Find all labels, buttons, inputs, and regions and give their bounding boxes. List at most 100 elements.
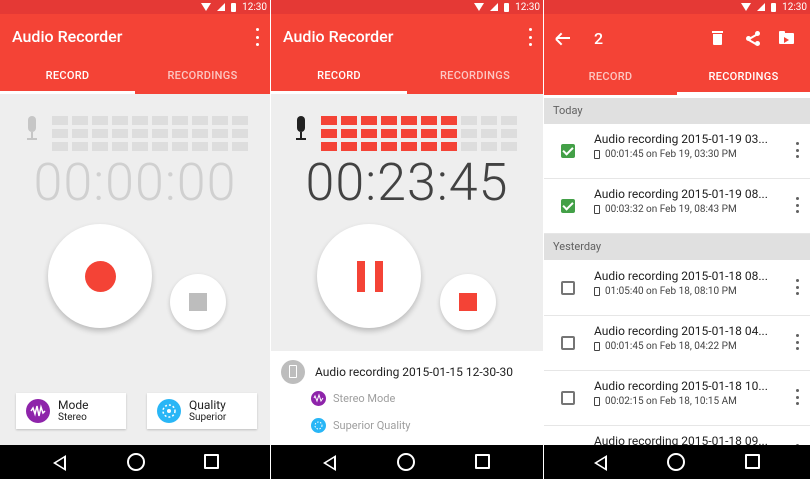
level-bar xyxy=(72,142,88,151)
recording-row[interactable]: Audio recording 2015-01-18 08... 01:05:4… xyxy=(544,261,810,316)
stop-button[interactable] xyxy=(440,274,496,330)
level-bar xyxy=(92,142,108,151)
tab-record[interactable]: RECORD xyxy=(544,65,677,95)
level-bar xyxy=(172,142,188,151)
battery-icon xyxy=(504,2,510,12)
level-bar xyxy=(501,129,517,138)
level-bar xyxy=(212,129,228,138)
level-bar xyxy=(192,142,208,151)
recording-title: Audio recording 2015-01-19 03... xyxy=(594,132,768,146)
quality-icon xyxy=(311,418,326,433)
status-time: 12:30 xyxy=(515,1,540,13)
pause-icon xyxy=(357,261,383,292)
stop-icon xyxy=(189,293,207,311)
checkbox-icon[interactable] xyxy=(561,144,575,158)
level-bar xyxy=(172,116,188,125)
level-bar xyxy=(361,129,377,138)
pause-button[interactable] xyxy=(317,224,421,328)
level-bar xyxy=(112,129,128,138)
level-bar xyxy=(401,142,417,151)
level-bar xyxy=(212,116,228,125)
status-bar: 12:30 xyxy=(0,0,270,14)
nav-back-icon[interactable] xyxy=(53,455,66,471)
level-bar xyxy=(72,116,88,125)
menu-icon[interactable] xyxy=(527,28,533,46)
overflow-icon[interactable] xyxy=(796,334,800,350)
mode-label: Mode xyxy=(58,398,89,412)
checkbox-icon[interactable] xyxy=(561,391,575,405)
nav-recent-icon[interactable] xyxy=(745,454,760,469)
tab-recordings[interactable]: RECORDINGS xyxy=(677,65,810,95)
level-bar xyxy=(341,142,357,151)
checkbox-icon[interactable] xyxy=(561,336,575,350)
level-bar xyxy=(501,142,517,151)
tab-bar: RECORD RECORDINGS xyxy=(271,64,543,94)
overflow-icon[interactable] xyxy=(796,279,800,295)
recording-row[interactable]: Audio recording 2015-01-18 10... 00:02:1… xyxy=(544,371,810,426)
recording-meta: 00:01:45 on Feb 18, 04:22 PM xyxy=(594,341,737,352)
stop-button[interactable] xyxy=(170,274,226,330)
tab-recordings[interactable]: RECORDINGS xyxy=(135,64,270,94)
tab-bar: RECORD RECORDINGS xyxy=(544,65,810,95)
mic-icon xyxy=(296,116,306,142)
mode-button[interactable]: Mode Stereo xyxy=(16,393,126,429)
recording-title: Audio recording 2015-01-18 10... xyxy=(594,379,768,393)
level-bar xyxy=(321,142,337,151)
nav-home-icon[interactable] xyxy=(127,453,145,471)
waveform-icon xyxy=(311,391,326,406)
status-bar: 12:30 xyxy=(271,0,543,14)
quality-value: Superior xyxy=(189,412,227,423)
level-bar xyxy=(92,129,108,138)
level-bar xyxy=(401,116,417,125)
level-bar xyxy=(341,129,357,138)
nav-home-icon[interactable] xyxy=(667,453,685,471)
status-time: 12:30 xyxy=(782,1,807,13)
status-time: 12:30 xyxy=(242,1,267,13)
phone-icon xyxy=(281,360,305,384)
record-icon xyxy=(85,261,116,292)
checkbox-icon[interactable] xyxy=(561,199,575,213)
quality-button[interactable]: Quality Superior xyxy=(147,393,257,429)
nav-recent-icon[interactable] xyxy=(204,454,219,469)
phone-icon xyxy=(594,287,600,296)
level-bar xyxy=(132,142,148,151)
recording-row[interactable]: Audio recording 2015-01-18 04... 00:01:4… xyxy=(544,316,810,371)
recording-row[interactable]: Audio recording 2015-01-19 03... 00:01:4… xyxy=(544,124,810,179)
checkbox-icon[interactable] xyxy=(561,281,575,295)
phone-icon xyxy=(594,150,600,159)
back-arrow-icon[interactable] xyxy=(555,32,570,46)
move-folder-icon[interactable] xyxy=(779,31,794,45)
overflow-icon[interactable] xyxy=(796,389,800,405)
tab-record[interactable]: RECORD xyxy=(0,64,135,94)
system-nav-bar xyxy=(544,445,810,479)
level-bar xyxy=(341,116,357,125)
detail-mode: Stereo Mode xyxy=(333,392,396,405)
nav-back-icon[interactable] xyxy=(594,455,607,471)
level-bar xyxy=(421,116,437,125)
phone-icon xyxy=(594,342,600,351)
overflow-icon[interactable] xyxy=(796,197,800,213)
level-bar xyxy=(361,116,377,125)
phone-icon xyxy=(594,205,600,214)
nav-recent-icon[interactable] xyxy=(475,454,490,469)
tab-record[interactable]: RECORD xyxy=(271,64,407,94)
level-bar xyxy=(52,129,68,138)
tab-recordings[interactable]: RECORDINGS xyxy=(407,64,543,94)
level-bar xyxy=(441,129,457,138)
menu-icon[interactable] xyxy=(254,28,260,46)
delete-icon[interactable] xyxy=(712,31,723,45)
record-button[interactable] xyxy=(48,224,152,328)
recording-row[interactable]: Audio recording 2015-01-19 08... 00:03:3… xyxy=(544,179,810,234)
overflow-icon[interactable] xyxy=(796,142,800,158)
nav-back-icon[interactable] xyxy=(323,455,336,471)
app-title: Audio Recorder xyxy=(12,27,123,46)
level-bar xyxy=(481,142,497,151)
level-bar xyxy=(401,129,417,138)
app-bar: Audio Recorder RECORD RECORDINGS xyxy=(0,14,270,94)
level-bar xyxy=(481,116,497,125)
record-screen-recording: 12:30 Audio Recorder RECORD RECORDINGS 0… xyxy=(271,0,543,479)
nav-home-icon[interactable] xyxy=(397,453,415,471)
level-bar xyxy=(481,129,497,138)
level-bar xyxy=(52,142,68,151)
share-icon[interactable] xyxy=(746,31,760,46)
